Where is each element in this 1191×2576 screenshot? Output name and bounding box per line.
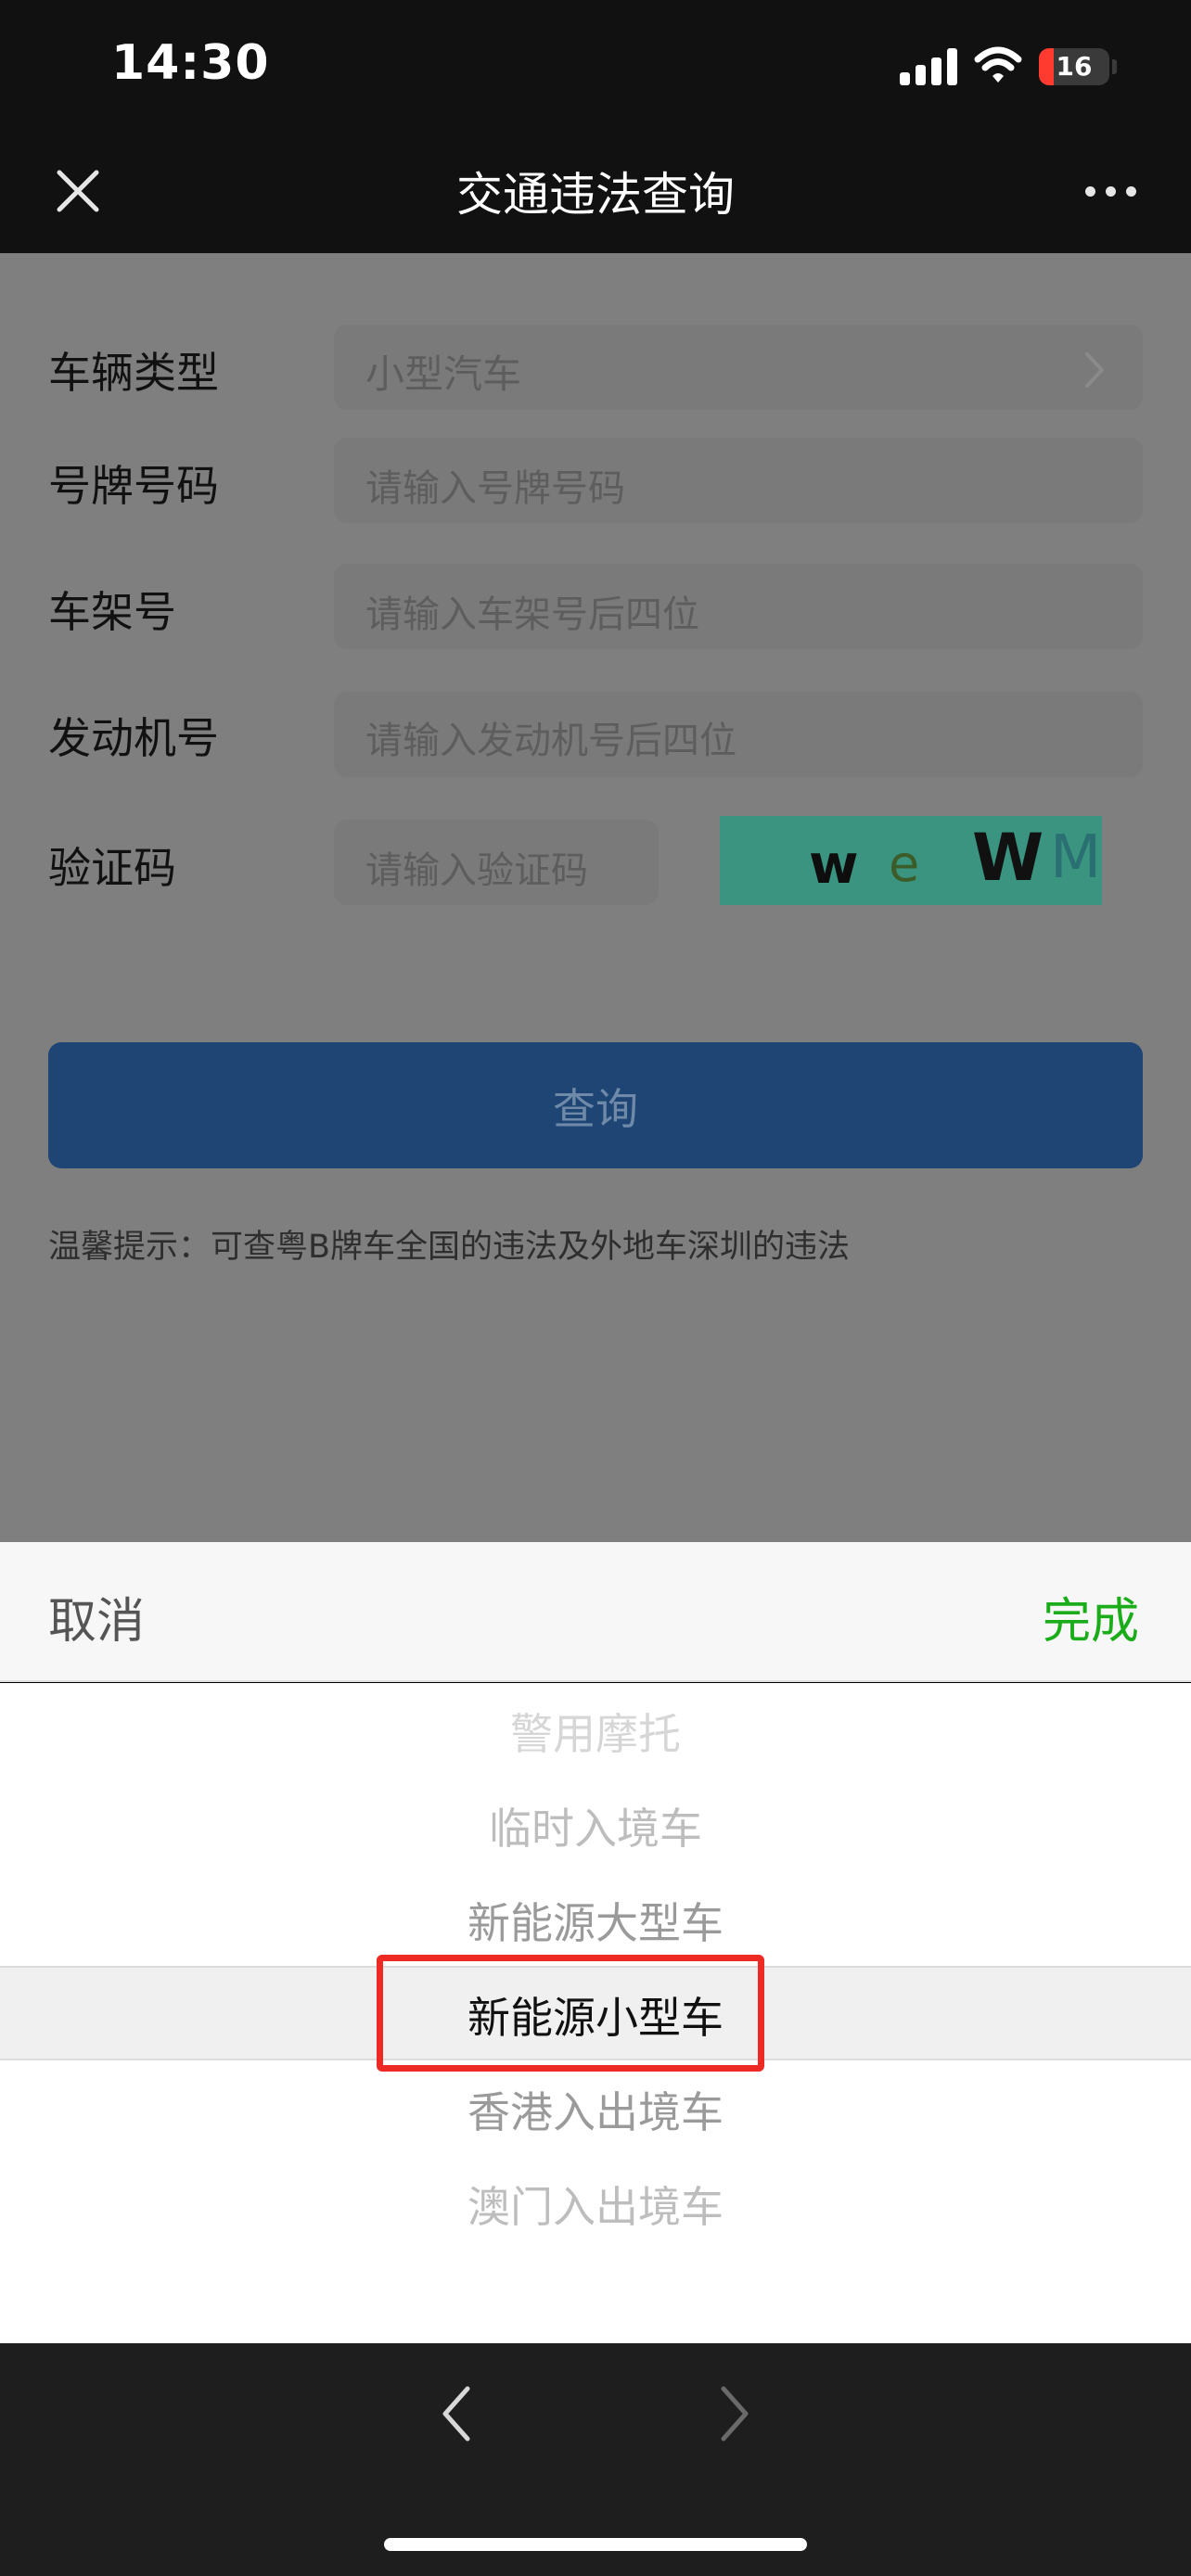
plate-placeholder: 请输入号牌号码 (365, 467, 625, 510)
engine-placeholder: 请输入发动机号后四位 (365, 720, 736, 762)
vin-placeholder: 请输入车架号后四位 (365, 593, 699, 636)
back-arrow-icon[interactable] (436, 2383, 477, 2444)
battery-cap (1112, 59, 1117, 74)
hint-text: 温馨提示：可查粤B牌车全国的违法及外地车深圳的违法 (48, 1229, 851, 1266)
forward-arrow-icon[interactable] (714, 2383, 755, 2444)
captcha-char: w (809, 833, 859, 896)
captcha-char: W (972, 820, 1044, 896)
captcha-image[interactable]: w e W M (720, 816, 1102, 905)
battery-icon: 16 (1039, 48, 1109, 85)
chevron-right-icon (1085, 352, 1104, 388)
engine-label: 发动机号 (48, 713, 219, 763)
battery-level: 16 (1056, 51, 1093, 82)
captcha-label: 验证码 (48, 843, 176, 893)
picker-option[interactable]: 新能源大型车 (0, 1890, 1191, 1951)
captcha-char: e (889, 835, 920, 893)
picker-header (0, 1542, 1191, 1682)
page-title: 交通违法查询 (456, 168, 735, 222)
home-indicator (384, 2538, 807, 2551)
wifi-icon (974, 46, 1022, 83)
selection-highlight-box (377, 1955, 764, 2072)
vehicle-type-label: 车辆类型 (48, 348, 219, 398)
done-button[interactable]: 完成 (1043, 1582, 1139, 1651)
more-icon[interactable] (1083, 178, 1139, 206)
captcha-char: M (1050, 823, 1102, 892)
picker-option[interactable]: 香港入出境车 (0, 2079, 1191, 2140)
picker-option[interactable]: 警用摩托 (0, 1701, 1191, 1762)
vehicle-type-value: 小型汽车 (365, 351, 522, 397)
query-button-label: 查询 (553, 1084, 638, 1134)
signal-icon (900, 48, 957, 85)
plate-label: 号牌号码 (48, 461, 219, 511)
status-time: 14:30 (111, 35, 270, 91)
vin-label: 车架号 (48, 587, 176, 637)
captcha-placeholder: 请输入验证码 (365, 849, 588, 892)
picker-option[interactable]: 临时入境车 (0, 1795, 1191, 1856)
cancel-button[interactable]: 取消 (48, 1582, 145, 1651)
picker-option[interactable]: 澳门入出境车 (0, 2174, 1191, 2235)
